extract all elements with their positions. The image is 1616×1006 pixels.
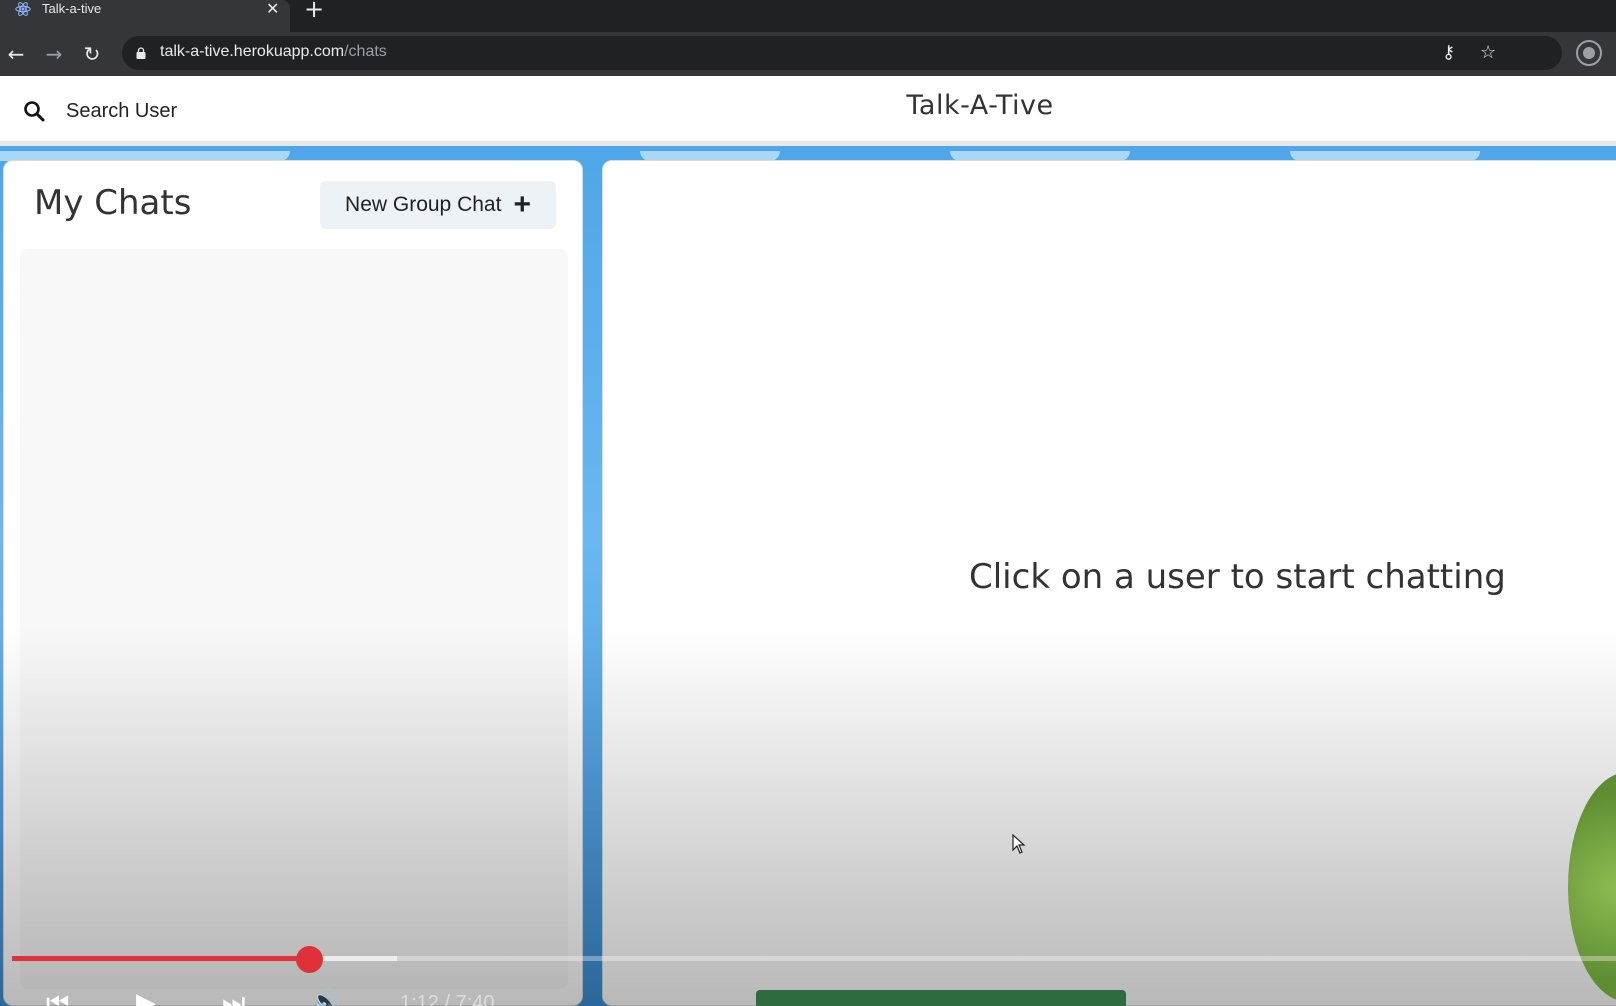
ad-banner[interactable] [756,990,1126,1006]
back-icon[interactable]: ← [2,40,30,68]
key-icon[interactable]: ⚷ [1442,43,1455,63]
my-chats-panel: My Chats New Group Chat + [3,160,583,1006]
star-icon[interactable]: ☆ [1480,43,1496,63]
lock-icon [136,47,146,59]
app-title: Talk-A-Tive [906,90,1054,121]
empty-chat-message: Click on a user to start chatting [969,557,1506,597]
close-tab-icon[interactable]: ✕ [266,0,279,18]
chat-box-panel: Click on a user to start chatting [602,160,1616,1006]
search-user-label: Search User [66,99,178,122]
url-path: /chats [344,43,387,60]
my-chats-title: My Chats [34,183,192,223]
url-host: talk-a-tive.herokuapp.com [160,43,345,60]
address-bar[interactable]: talk-a-tive.herokuapp.com/chats ⚷ ☆ [122,36,1562,70]
chat-list [20,249,568,989]
search-icon [24,101,45,122]
new-tab-button[interactable]: + [304,0,324,21]
video-progress-knob[interactable] [296,946,323,973]
mouse-cursor-icon [1012,834,1026,854]
next-icon[interactable]: ⏭ [222,990,245,1006]
react-icon [15,2,31,16]
app-page: Search User Talk-A-Tive My Chats New Gro… [0,76,1616,1006]
browser-tab[interactable]: Talk-a-tive ✕ [0,0,290,32]
video-time: 1:12 / 7:40 [400,992,495,1006]
volume-icon[interactable]: 🔊 [310,990,342,1006]
new-group-chat-button[interactable]: New Group Chat + [320,181,556,229]
app-header: Search User Talk-A-Tive [0,76,1616,146]
tab-title: Talk-a-tive [42,1,102,16]
profile-icon[interactable] [1576,40,1602,66]
browser-tab-bar: Talk-a-tive ✕ + [0,0,1616,32]
forward-icon[interactable]: → [40,40,68,68]
play-icon[interactable]: ▶ [136,990,156,1006]
browser-toolbar: ← → ↻ talk-a-tive.herokuapp.com/chats ⚷ … [0,32,1616,76]
search-user-button[interactable]: Search User [22,96,177,126]
reload-icon[interactable]: ↻ [78,40,106,68]
previous-icon[interactable]: ⏮ [46,990,69,1006]
video-progress-fill [12,956,309,961]
plus-icon: + [513,188,531,221]
url-text: talk-a-tive.herokuapp.com/chats [160,43,387,61]
new-group-chat-label: New Group Chat [345,193,502,216]
